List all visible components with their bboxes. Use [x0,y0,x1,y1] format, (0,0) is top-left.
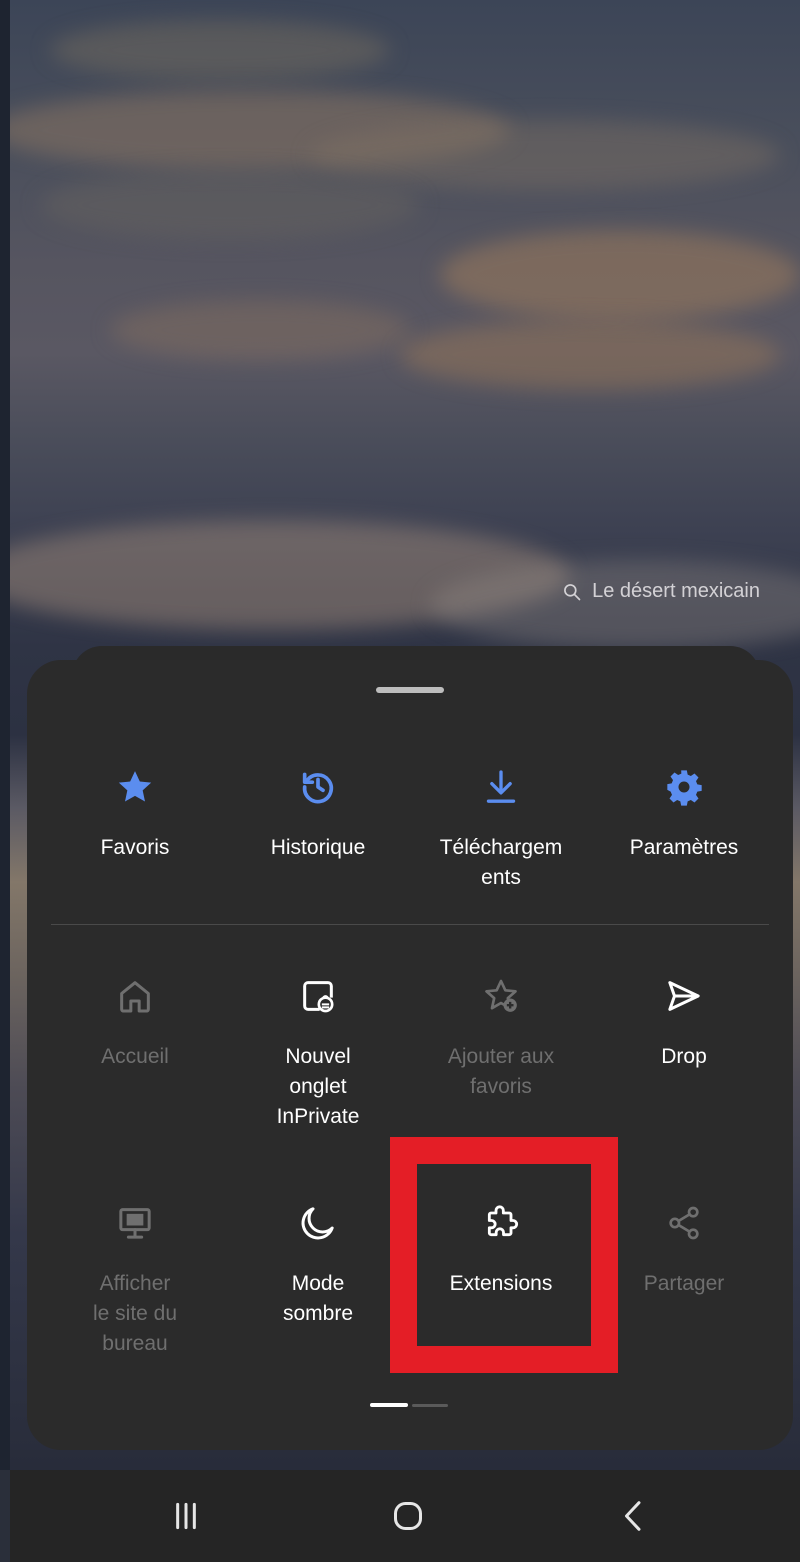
cloud [310,120,780,190]
back-button[interactable] [614,1496,654,1536]
menu-item-label: Paramètres [629,836,739,859]
inprivate-tab-icon [298,976,338,1016]
back-icon [625,1501,641,1531]
image-search-text: Le désert mexicain [592,580,760,602]
menu-item-new-inprivate-tab[interactable]: Nouvel onglet InPrivate [223,976,413,1132]
recent-apps-button[interactable] [166,1496,206,1536]
menu-item-label: Drop [661,1045,707,1068]
cloud [40,170,420,240]
cloud [400,320,780,390]
screen-edge [0,0,10,1470]
page-dot[interactable] [412,1404,448,1407]
menu-item-label: Historique [270,836,366,859]
menu-item-add-favorite[interactable]: Ajouter aux favoris [406,976,596,1102]
share-icon [664,1203,704,1243]
menu-item-dark-mode[interactable]: Mode sombre [223,1203,413,1329]
menu-item-label: Téléchargem ents [439,836,563,889]
navigation-bar [10,1470,800,1562]
menu-item-label: Favoris [100,836,170,859]
desktop-icon [115,1203,155,1243]
menu-item-label: Afficher le site du bureau [92,1272,178,1355]
menu-item-desktop-site[interactable]: Afficher le site du bureau [40,1203,230,1359]
star-add-icon [481,976,521,1016]
cloud [440,230,800,320]
menu-item-label: Accueil [101,1045,169,1068]
menu-item-downloads[interactable]: Téléchargem ents [406,767,596,893]
menu-item-drop[interactable]: Drop [589,976,779,1072]
search-icon [564,583,581,600]
gear-icon [664,767,704,807]
menu-item-history[interactable]: Historique [223,767,413,863]
star-icon [115,767,155,807]
image-search-link[interactable]: Le désert mexicain [562,580,760,603]
sheet-drag-handle[interactable] [376,687,444,693]
recent-apps-icon [176,1502,196,1530]
dune [430,560,800,650]
home-button[interactable] [388,1496,428,1536]
home-icon [115,976,155,1016]
send-icon [664,976,704,1016]
menu-item-label: Mode sombre [282,1272,354,1325]
menu-item-label: Ajouter aux favoris [447,1045,555,1098]
cloud [110,300,410,360]
menu-item-label: Partager [643,1272,725,1295]
history-icon [298,767,338,807]
download-icon [481,767,521,807]
menu-item-home[interactable]: Accueil [40,976,230,1072]
highlight-box [390,1137,618,1373]
moon-icon [298,1203,338,1243]
cloud [50,20,390,80]
menu-item-settings[interactable]: Paramètres [589,767,779,863]
page-dot-active [370,1403,408,1407]
menu-item-label: Nouvel onglet InPrivate [276,1045,360,1128]
page-indicator [370,1403,448,1407]
home-button-icon [394,1502,422,1530]
menu-item-favorites[interactable]: Favoris [40,767,230,863]
menu-divider [51,924,769,925]
